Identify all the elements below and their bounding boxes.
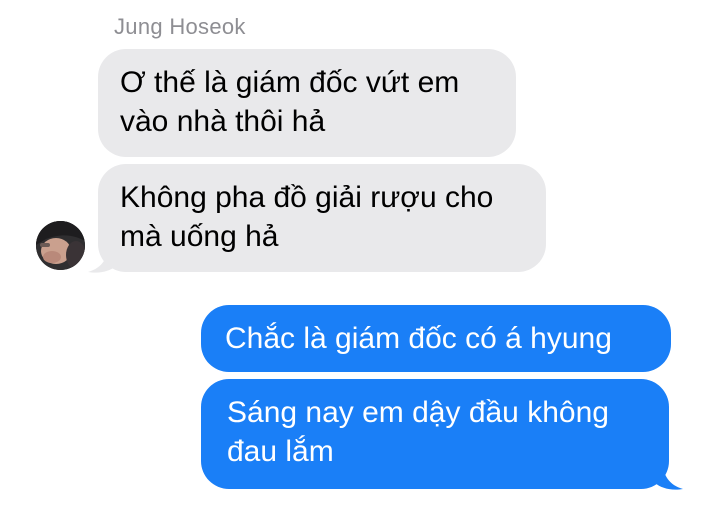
incoming-message-bubble[interactable]: Không pha đồ giải rượu cho mà uống hả	[98, 164, 546, 272]
incoming-bubble-tail	[88, 246, 116, 273]
avatar-photo-icon	[36, 221, 85, 270]
sender-name: Jung Hoseok	[114, 14, 246, 39]
outgoing-message-bubble[interactable]: Chắc là giám đốc có á hyung	[201, 305, 671, 372]
outgoing-message-bubble[interactable]: Sáng nay em dậy đầu không đau lắm	[201, 379, 669, 489]
outgoing-bubble-tail	[655, 463, 683, 490]
incoming-message-bubble[interactable]: Ơ thế là giám đốc vứt em vào nhà thôi hả	[98, 49, 516, 157]
contact-avatar[interactable]	[36, 221, 85, 270]
